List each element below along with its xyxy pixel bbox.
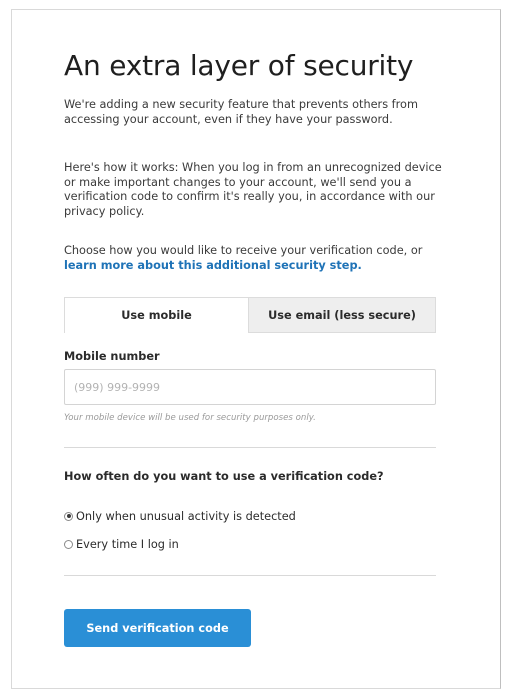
send-verification-code-button[interactable]: Send verification code [64,609,251,647]
radio-unchecked-icon[interactable] [64,539,73,549]
radio-option-unusual-activity[interactable]: Only when unusual activity is detected [64,508,296,524]
choose-method-text: Choose how you would like to receive you… [64,244,450,273]
learn-more-link[interactable]: learn more about this additional securit… [64,259,362,272]
radio-option-label: Every time I log in [76,537,179,551]
radio-option-every-login[interactable]: Every time I log in [64,536,179,552]
radio-option-label: Only when unusual activity is detected [76,509,296,523]
how-it-works-text: Here's how it works: When you log in fro… [64,161,442,218]
radio-checked-icon[interactable] [64,511,73,521]
tab-use-email[interactable]: Use email (less secure) [249,297,436,333]
mobile-hint-text: Your mobile device will be used for secu… [64,413,316,423]
frequency-question: How often do you want to use a verificat… [64,470,384,483]
choose-method-prompt: Choose how you would like to receive you… [64,244,423,257]
delivery-method-tabs: Use mobile Use email (less secure) [64,297,436,333]
mobile-number-label: Mobile number [64,350,160,363]
tab-use-mobile[interactable]: Use mobile [64,297,249,333]
divider [64,447,436,448]
mobile-number-input[interactable] [64,369,436,405]
security-panel: An extra layer of security We're adding … [11,9,501,689]
page-title: An extra layer of security [64,49,414,82]
intro-text: We're adding a new security feature that… [64,98,418,126]
divider [64,575,436,576]
